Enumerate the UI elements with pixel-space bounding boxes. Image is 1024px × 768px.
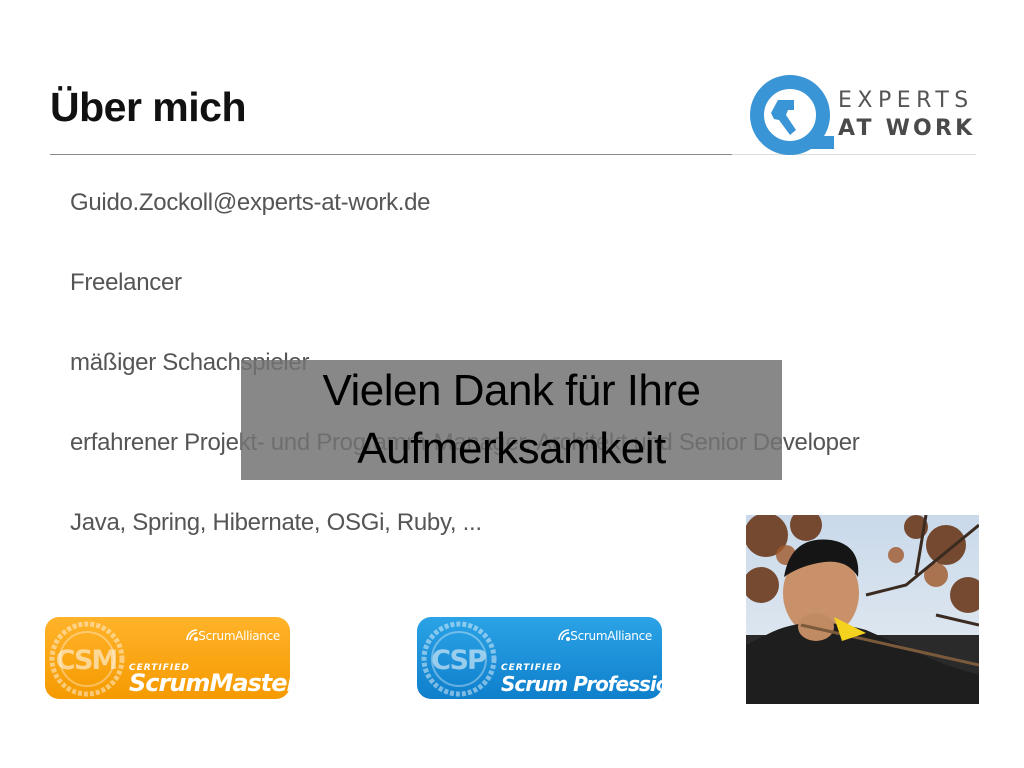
scrum-alliance-icon: [186, 629, 198, 641]
list-item-email: Guido.Zockoll@experts-at-work.de: [70, 189, 431, 216]
csm-alliance-label: ScrumAlliance: [198, 629, 280, 643]
csp-cert-name: Scrum Professional: [501, 672, 662, 696]
title-divider: [50, 154, 732, 155]
list-item-role: Freelancer: [70, 269, 182, 296]
csm-seal-label: CSM: [55, 645, 119, 676]
logo-line-at-work: AT WORK: [838, 116, 976, 141]
csm-badge: CSM ScrumAlliance CERTIFIED ScrumMaster: [45, 617, 290, 699]
scrum-alliance-icon: [558, 629, 570, 641]
overlay-line-1: Vielen Dank für Ihre: [322, 366, 701, 415]
slide: Über mich EXPERTS AT WORK Guido.Zockoll@…: [0, 0, 1024, 768]
overlay-line-2: Aufmerksamkeit: [357, 424, 666, 473]
csm-cert-name: ScrumMaster: [129, 669, 290, 697]
list-item-skills: Java, Spring, Hibernate, OSGi, Ruby, ...: [70, 509, 482, 536]
csp-badge: CSP ScrumAlliance CERTIFIED Scrum Profes…: [417, 617, 662, 699]
csp-alliance-label: ScrumAlliance: [570, 629, 652, 643]
csp-seal-label: CSP: [431, 645, 487, 676]
logo-line-experts: EXPERTS: [838, 88, 974, 113]
logo-wordmark: EXPERTS AT WORK: [838, 90, 975, 140]
portrait-photo: [746, 515, 979, 704]
thank-you-overlay: Vielen Dank für Ihre Aufmerksamkeit: [241, 360, 782, 480]
slide-title: Über mich: [50, 84, 247, 130]
